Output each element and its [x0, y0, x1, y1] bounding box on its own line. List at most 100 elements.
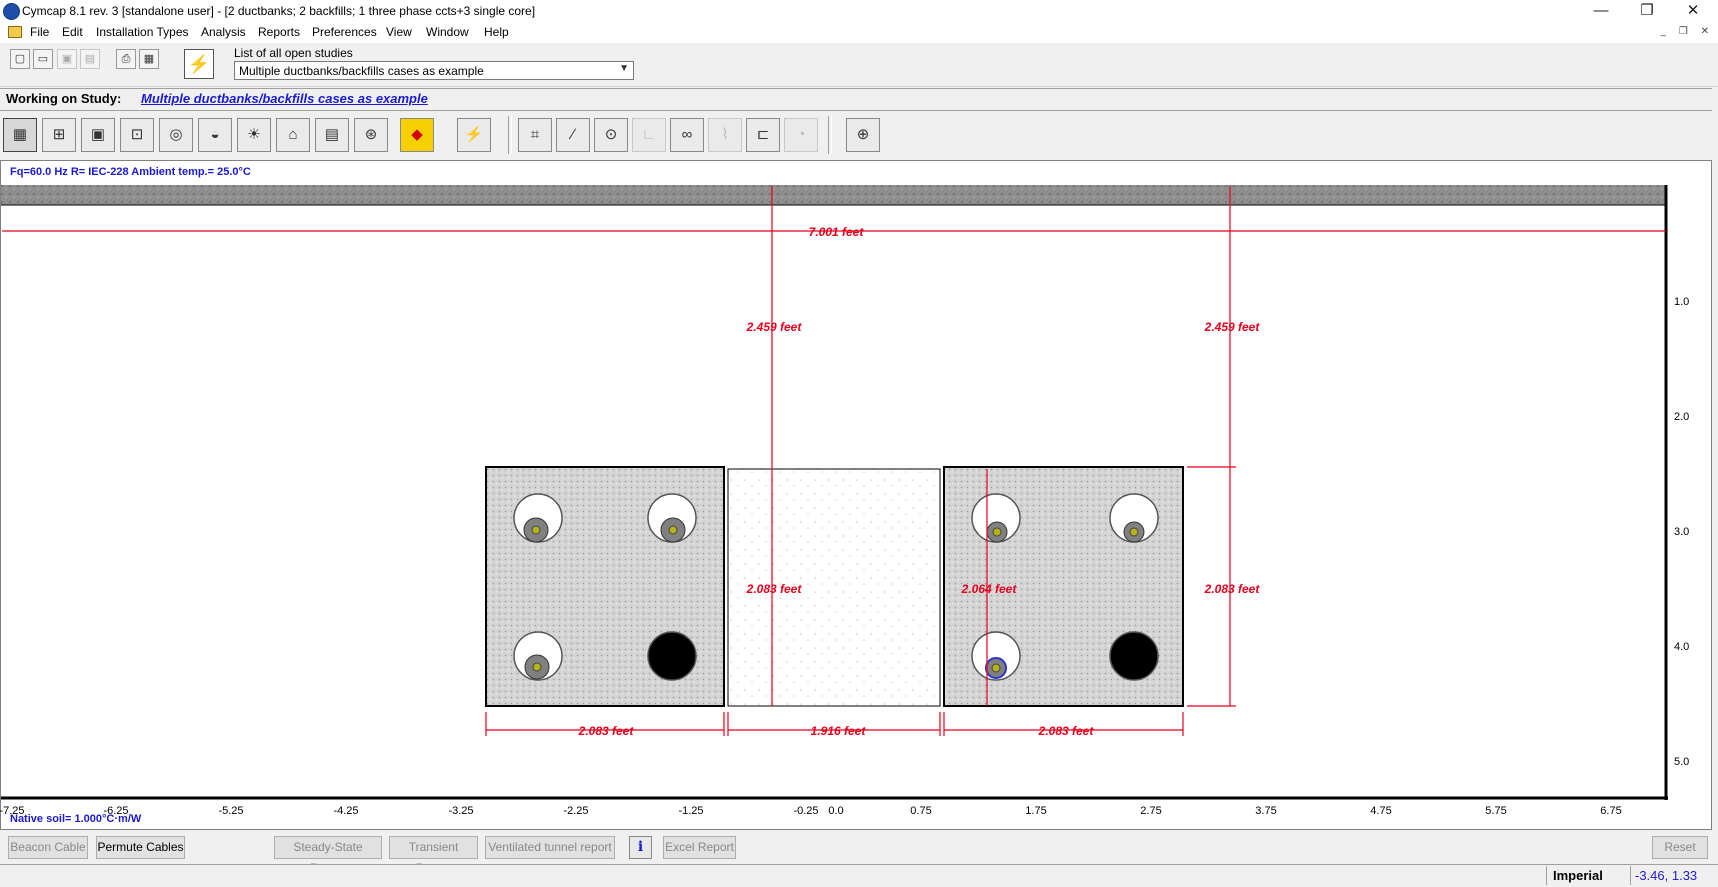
- title-bar: Cymcap 8.1 rev. 3 [standalone user] - [2…: [0, 0, 1718, 23]
- beacon-cable-button[interactable]: Beacon Cable: [8, 836, 88, 859]
- dim-total-width: 7.001 feet: [809, 225, 865, 239]
- window-title: Cymcap 8.1 rev. 3 [standalone user] - [2…: [22, 4, 536, 18]
- duct-left-top-left[interactable]: [513, 493, 563, 543]
- menu-analysis[interactable]: Analysis: [201, 25, 246, 39]
- native-soil-info: Native soil= 1.000°C·m/W: [10, 813, 142, 825]
- save-all-icon[interactable]: ▤: [80, 49, 100, 69]
- working-study-link[interactable]: Multiple ductbanks/backfills cases as ex…: [141, 91, 428, 106]
- temperature-icon[interactable]: ⌇: [708, 118, 742, 152]
- duct-left-bottom-right-empty[interactable]: [647, 631, 697, 681]
- duct-right-top-right[interactable]: [1109, 493, 1159, 543]
- menu-preferences[interactable]: Preferences: [312, 25, 377, 39]
- info-icon[interactable]: i: [629, 836, 652, 859]
- axis-icon[interactable]: ∟: [632, 118, 666, 152]
- minimize-button[interactable]: —: [1578, 0, 1624, 23]
- ground-surface: [1, 185, 1667, 205]
- transient-report-button[interactable]: Transient Report: [389, 836, 478, 875]
- distribution-icon[interactable]: ⊏: [746, 118, 780, 152]
- duct-right-bottom-right-empty[interactable]: [1109, 631, 1159, 681]
- menu-installation-types[interactable]: Installation Types: [96, 25, 189, 39]
- toolbar-separator: [508, 116, 512, 154]
- study-select-value: Multiple ductbanks/backfills cases as ex…: [239, 64, 484, 78]
- dim-height-backfill: 2.083 feet: [746, 582, 803, 596]
- x-tick: -4.25: [333, 805, 358, 817]
- print-icon[interactable]: ⎙: [116, 49, 136, 69]
- app-icon: [3, 3, 20, 20]
- x-tick: 0.0: [828, 805, 843, 817]
- y-tick: 4.0: [1674, 641, 1689, 653]
- x-tick: 2.75: [1140, 805, 1161, 817]
- xy-chart-icon[interactable]: ⌗: [518, 118, 552, 152]
- new-file-icon[interactable]: ▢: [10, 49, 30, 69]
- run-analysis-bolt-icon[interactable]: ⚡: [184, 49, 214, 79]
- save-icon[interactable]: ▣: [57, 49, 77, 69]
- buried-duct-icon[interactable]: ▣: [81, 118, 115, 152]
- spacing-duct-icon[interactable]: ⊡: [120, 118, 154, 152]
- xy-lt-icon[interactable]: ∕: [556, 118, 590, 152]
- trough-icon[interactable]: ◒: [198, 118, 232, 152]
- working-study-label: Working on Study:: [6, 91, 122, 106]
- y-tick: 2.0: [1674, 411, 1689, 423]
- cables-in-air-icon[interactable]: ☀: [237, 118, 271, 152]
- close-button[interactable]: ✕: [1670, 0, 1716, 23]
- y-tick: 5.0: [1674, 756, 1689, 768]
- status-bar: [0, 864, 1718, 887]
- x-tick: -3.25: [448, 805, 473, 817]
- box-installation-icon[interactable]: ▤: [315, 118, 349, 152]
- menu-view[interactable]: View: [386, 25, 412, 39]
- fire-warning-icon[interactable]: ◆: [400, 118, 434, 152]
- menu-file[interactable]: File: [30, 25, 49, 39]
- x-tick: -2.25: [563, 805, 588, 817]
- status-units: Imperial: [1546, 866, 1628, 885]
- menu-reports[interactable]: Reports: [258, 25, 300, 39]
- analysis-bolt-icon[interactable]: ⚡: [457, 118, 491, 152]
- menu-help[interactable]: Help: [484, 25, 509, 39]
- direct-buried-icon[interactable]: ◎: [159, 118, 193, 152]
- open-folder-icon[interactable]: ▭: [33, 49, 53, 69]
- duct-right-top-left[interactable]: [971, 493, 1021, 543]
- x-tick: 3.75: [1255, 805, 1276, 817]
- chevron-down-icon: ▼: [619, 63, 629, 74]
- ductbank-installation-icon[interactable]: ▦: [3, 118, 37, 152]
- study-list-label: List of all open studies: [234, 46, 353, 60]
- x-tick: 6.75: [1600, 805, 1621, 817]
- x-tick: -0.25: [793, 805, 818, 817]
- status-coordinates: -3.46, 1.33: [1630, 866, 1718, 885]
- duct-grid-icon[interactable]: ⊞: [42, 118, 76, 152]
- zoom-icon[interactable]: ⊕: [846, 118, 880, 152]
- folder-icon[interactable]: [8, 26, 22, 38]
- dim-depth-left: 2.459 feet: [746, 320, 803, 334]
- y-tick: 3.0: [1674, 526, 1689, 538]
- tunnel-icon[interactable]: ⌂: [276, 118, 310, 152]
- mdi-window-controls[interactable]: _ ❐ ✕: [1661, 26, 1714, 37]
- cable-probe-icon[interactable]: ⊙: [594, 118, 628, 152]
- x-tick: 4.75: [1370, 805, 1391, 817]
- study-select[interactable]: Multiple ductbanks/backfills cases as ex…: [234, 61, 634, 80]
- print-preview-icon[interactable]: ▦: [139, 49, 159, 69]
- dim-width-backfill: 1.916 feet: [811, 724, 867, 738]
- dim-height-cable: 2.064 feet: [961, 582, 1018, 596]
- menu-window[interactable]: Window: [426, 25, 469, 39]
- reset-button[interactable]: Reset: [1652, 836, 1708, 859]
- permute-cables-button[interactable]: Permute Cables: [96, 836, 185, 859]
- x-tick: 1.75: [1025, 805, 1046, 817]
- duct-right-bottom-left[interactable]: [971, 631, 1021, 681]
- menu-edit[interactable]: Edit: [62, 25, 83, 39]
- restore-button[interactable]: ❐: [1624, 0, 1670, 23]
- steady-state-report-button[interactable]: Steady-State Report: [274, 836, 382, 875]
- dim-width-left-bank: 2.083 feet: [578, 724, 635, 738]
- duct-left-bottom-left[interactable]: [513, 631, 563, 681]
- x-tick: 5.75: [1485, 805, 1506, 817]
- ventilated-tunnel-report-button[interactable]: Ventilated tunnel report: [485, 836, 615, 859]
- y-tick: 1.0: [1674, 296, 1689, 308]
- three-core-cable-icon[interactable]: ⊛: [354, 118, 388, 152]
- installation-drawing[interactable]: 7.001 feet 2.459 feet 2.459 feet 2.083 f…: [0, 160, 1712, 830]
- dim-height-right: 2.083 feet: [1204, 582, 1261, 596]
- gauge-icon[interactable]: ◔: [784, 118, 818, 152]
- toolbar-separator: [828, 116, 832, 154]
- x-tick: -1.25: [678, 805, 703, 817]
- excel-report-button[interactable]: Excel Report: [663, 836, 736, 859]
- cable-bundle-icon[interactable]: ∞: [670, 118, 704, 152]
- x-tick: -5.25: [218, 805, 243, 817]
- duct-left-top-right[interactable]: [647, 493, 697, 543]
